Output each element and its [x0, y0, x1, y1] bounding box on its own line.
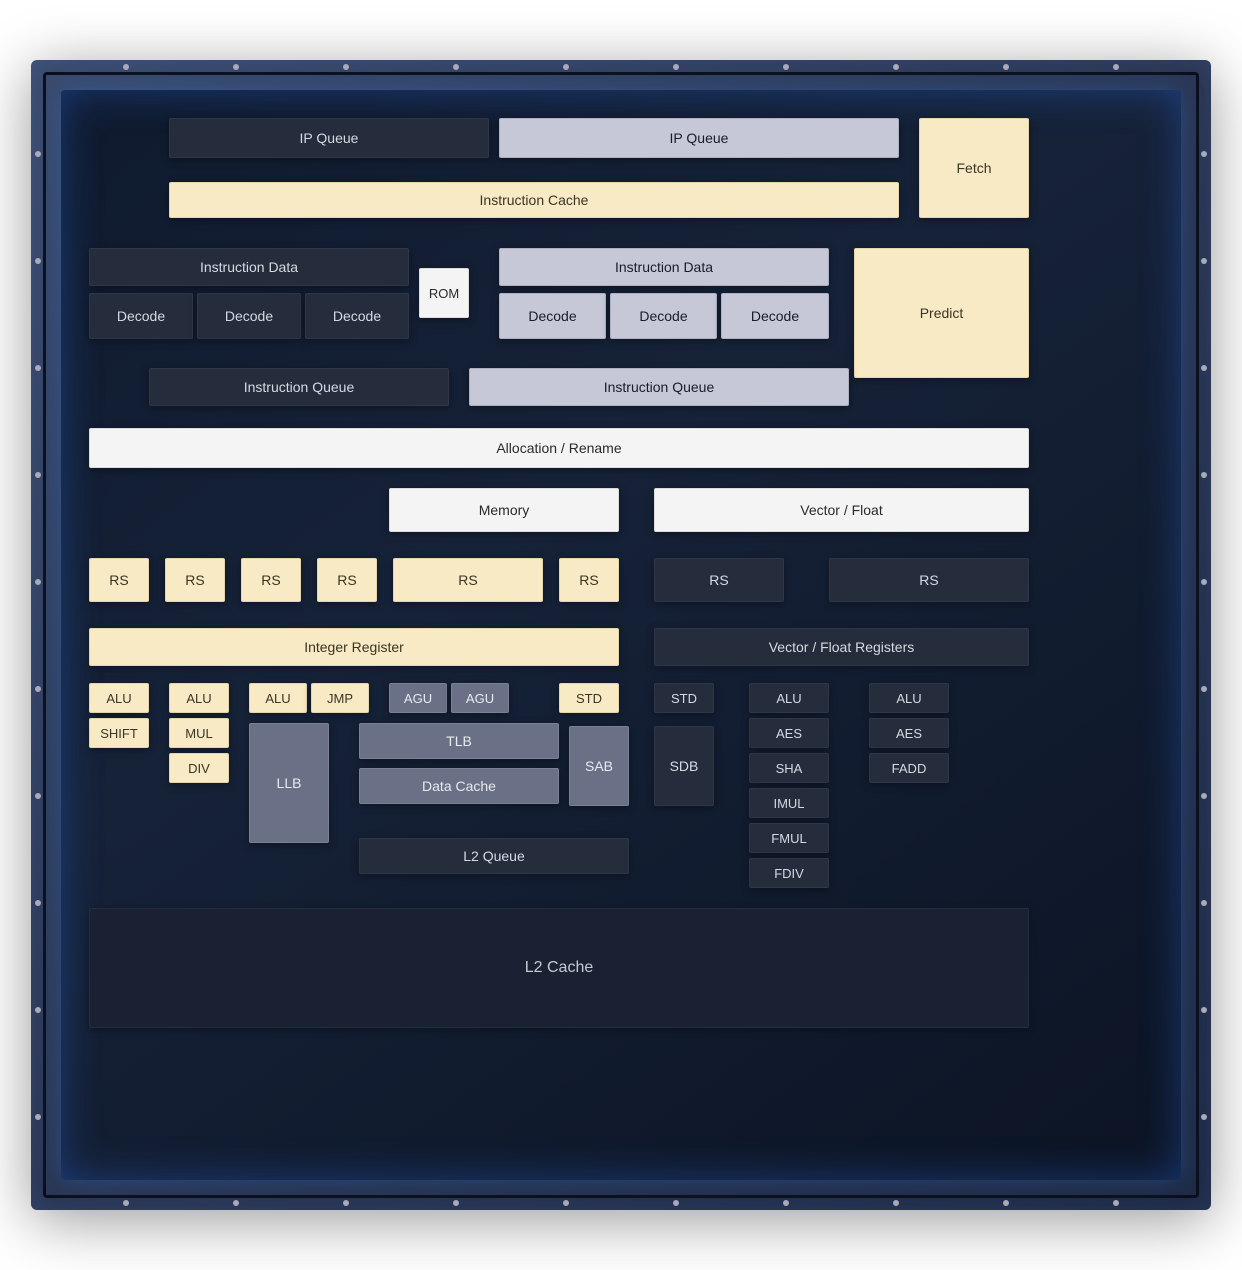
rs-7: RS: [829, 558, 1029, 602]
decode-r0: Decode: [499, 293, 606, 339]
data-cache: Data Cache: [359, 768, 559, 804]
std-1: STD: [654, 683, 714, 713]
v-aes-1: AES: [869, 718, 949, 748]
instruction-queue-right: Instruction Queue: [469, 368, 849, 406]
std-0: STD: [559, 683, 619, 713]
v-sha: SHA: [749, 753, 829, 783]
alu-2: ALU: [249, 683, 307, 713]
v-fdiv: FDIV: [749, 858, 829, 888]
instruction-queue-left: Instruction Queue: [149, 368, 449, 406]
llb: LLB: [249, 723, 329, 843]
rs-1: RS: [165, 558, 225, 602]
decode-r1: Decode: [610, 293, 717, 339]
block-diagram: IP Queue IP Queue Fetch Instruction Cach…: [89, 118, 1153, 1152]
rs-5: RS: [559, 558, 619, 602]
alu-1: ALU: [169, 683, 229, 713]
integer-register: Integer Register: [89, 628, 619, 666]
decode-l2: Decode: [305, 293, 409, 339]
shift: SHIFT: [89, 718, 149, 748]
agu-1: AGU: [451, 683, 509, 713]
vector-float-header: Vector / Float: [654, 488, 1029, 532]
mul: MUL: [169, 718, 229, 748]
v-fmul: FMUL: [749, 823, 829, 853]
v-aes-0: AES: [749, 718, 829, 748]
rs-3: RS: [317, 558, 377, 602]
sab: SAB: [569, 726, 629, 806]
l2-cache: L2 Cache: [89, 908, 1029, 1028]
fetch-block: Fetch: [919, 118, 1029, 218]
agu-0: AGU: [389, 683, 447, 713]
rs-0: RS: [89, 558, 149, 602]
ip-queue-right: IP Queue: [499, 118, 899, 158]
rs-2: RS: [241, 558, 301, 602]
rs-4: RS: [393, 558, 543, 602]
chip-package: IP Queue IP Queue Fetch Instruction Cach…: [31, 60, 1211, 1210]
chip-die: IP Queue IP Queue Fetch Instruction Cach…: [61, 90, 1181, 1180]
instruction-data-right: Instruction Data: [499, 248, 829, 286]
jmp: JMP: [311, 683, 369, 713]
pin-row-right: [1201, 100, 1207, 1170]
v-fadd: FADD: [869, 753, 949, 783]
tlb: TLB: [359, 723, 559, 759]
decode-l0: Decode: [89, 293, 193, 339]
allocation-rename: Allocation / Rename: [89, 428, 1029, 468]
div: DIV: [169, 753, 229, 783]
v-alu-0: ALU: [749, 683, 829, 713]
vector-float-registers: Vector / Float Registers: [654, 628, 1029, 666]
l2-queue: L2 Queue: [359, 838, 629, 874]
rom-block: ROM: [419, 268, 469, 318]
pin-row-top: [71, 64, 1171, 70]
alu-0: ALU: [89, 683, 149, 713]
pin-row-left: [35, 100, 41, 1170]
ip-queue-left: IP Queue: [169, 118, 489, 158]
rs-6: RS: [654, 558, 784, 602]
v-imul: IMUL: [749, 788, 829, 818]
predict-block: Predict: [854, 248, 1029, 378]
sdb: SDB: [654, 726, 714, 806]
decode-r2: Decode: [721, 293, 829, 339]
instruction-data-left: Instruction Data: [89, 248, 409, 286]
decode-l1: Decode: [197, 293, 301, 339]
instruction-cache: Instruction Cache: [169, 182, 899, 218]
v-alu-1: ALU: [869, 683, 949, 713]
memory-header: Memory: [389, 488, 619, 532]
pin-row-bottom: [71, 1200, 1171, 1206]
